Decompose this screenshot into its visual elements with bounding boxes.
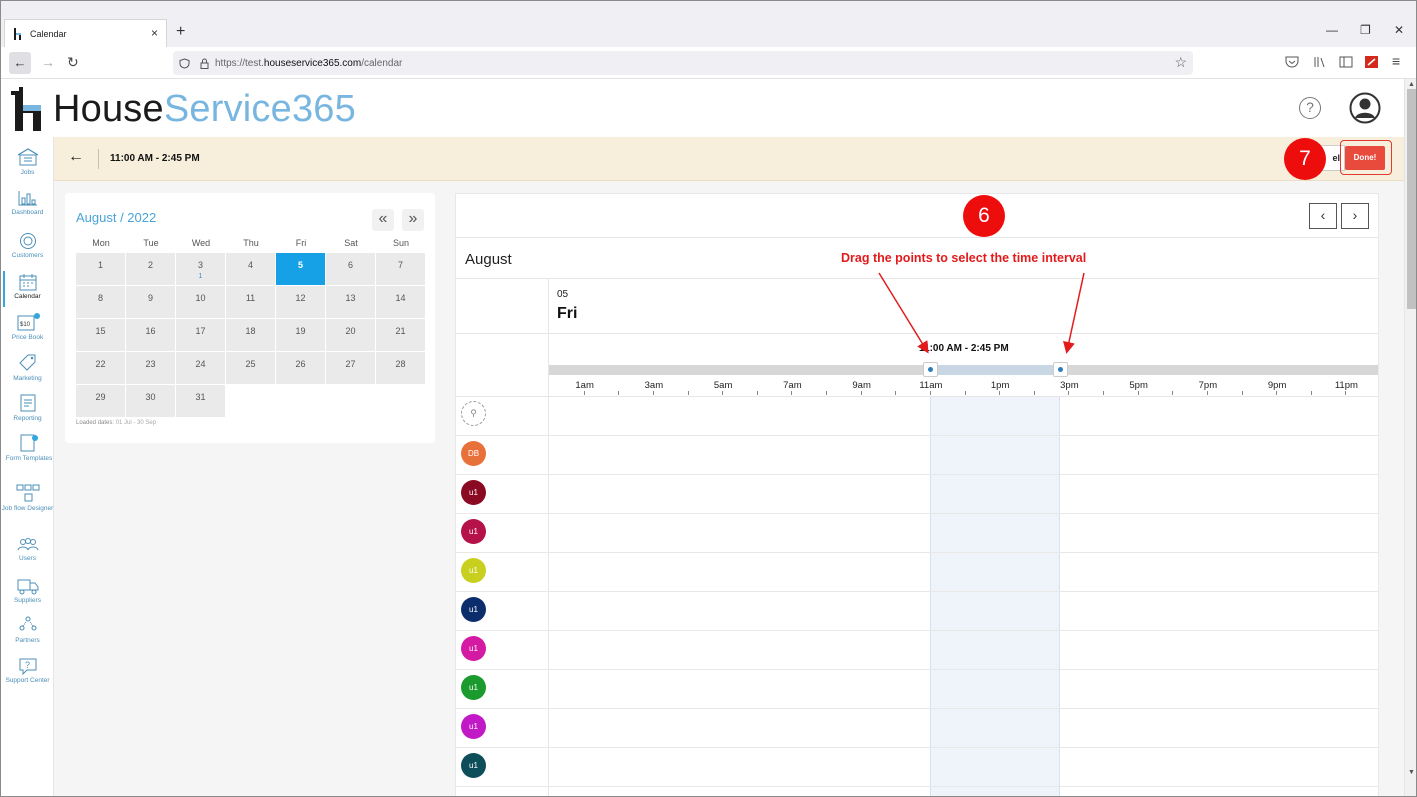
arrow-to-start-handle <box>878 272 929 354</box>
arrow-to-end-handle <box>1063 272 1085 354</box>
annotation-arrows <box>878 272 1085 354</box>
browser-window: Calendar × + — ❐ ✕ ← → ↻ https://test. ho… <box>0 0 1417 797</box>
